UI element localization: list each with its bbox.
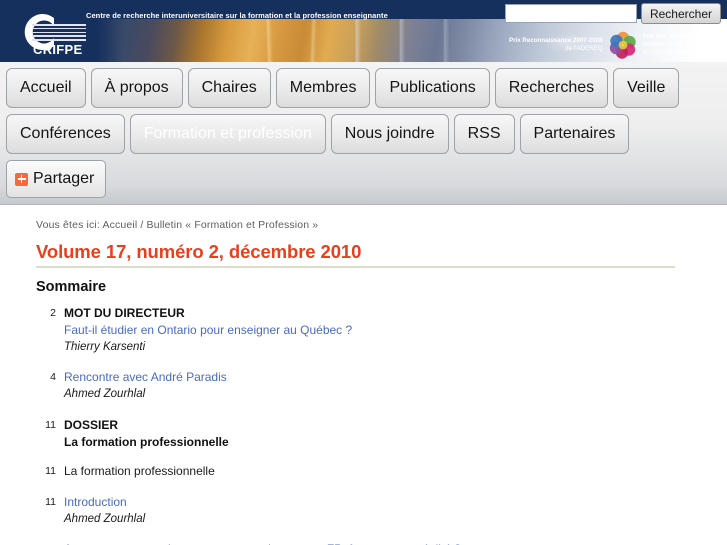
- nav-item-chaires[interactable]: Chaires: [187, 68, 271, 108]
- nav-item-publications[interactable]: Publications: [375, 68, 490, 108]
- banner-left-fade: [96, 19, 122, 62]
- nav-item-partenaires[interactable]: Partenaires: [519, 114, 630, 154]
- awards-area: Prix Reconnaissance 2007-2008 de l'ADERE…: [509, 30, 721, 60]
- toc-entry-body: La formation professionnelle: [56, 463, 215, 480]
- plus-icon: [15, 172, 28, 186]
- share-button-label: Partager: [33, 170, 95, 187]
- nav-item-formation-et-profession[interactable]: Formation et profession: [129, 114, 326, 154]
- title-divider: [36, 266, 675, 268]
- toc-entry: 11 DOSSIER La formation professionnelle: [36, 417, 727, 451]
- toc-category: DOSSIER: [64, 417, 119, 432]
- page-title: Volume 17, numéro 2, décembre 2010: [36, 241, 362, 262]
- toc-page-number: 11: [45, 495, 56, 508]
- site-tagline: Centre de recherche interuniversitaire s…: [86, 11, 388, 20]
- toc-subtitle: La formation professionnelle: [64, 434, 229, 449]
- toc-article-link[interactable]: Faut-il étudier en Ontario pour enseigne…: [64, 322, 352, 339]
- toc-article-link[interactable]: Accompagnement des nouveaux enseignants …: [64, 541, 461, 545]
- toc-category: MOT DU DIRECTEUR: [64, 306, 185, 320]
- toc-page-number: 4: [50, 371, 56, 384]
- search-area: Rechercher: [504, 3, 721, 24]
- toc-entry-body: Accompagnement des nouveaux enseignants …: [56, 541, 461, 545]
- toc-entry-body: DOSSIER La formation professionnelle: [56, 417, 229, 451]
- toc-article-link[interactable]: Introduction: [64, 494, 145, 511]
- crifpe-logo[interactable]: CRIFPE: [14, 12, 90, 60]
- toc-author: Ahmed Zourhlal: [64, 388, 146, 401]
- nav-item-conferences[interactable]: Conférences: [6, 114, 125, 154]
- toc-article-link[interactable]: Rencontre avec André Paradis: [64, 369, 227, 386]
- award-circles-icon: [609, 31, 636, 59]
- nav-item-veille[interactable]: Veille: [613, 68, 680, 108]
- toc-entry-body: Rencontre avec André Paradis Ahmed Zourh…: [56, 369, 227, 402]
- toc-page-number: 13: [36, 541, 56, 545]
- site-header: Centre de recherche interuniversitaire s…: [0, 0, 727, 62]
- toc-author: Thierry Karsenti: [64, 341, 146, 354]
- toc-entry-body: Introduction Ahmed Zourhlal: [56, 494, 145, 527]
- nav-item-rss[interactable]: RSS: [453, 114, 515, 154]
- toc-page-number: 11: [45, 418, 56, 431]
- page-content: Vous êtes ici: Accueil / Bulletin « Form…: [0, 205, 727, 545]
- table-of-contents: 2 MOT DU DIRECTEUR Faut-il étudier en On…: [36, 305, 727, 545]
- breadcrumb: Vous êtes ici: Accueil / Bulletin « Form…: [36, 219, 319, 231]
- toc-author: Ahmed Zourhlal: [64, 512, 146, 525]
- main-navigation: Accueil À propos Chaires Membres Publica…: [0, 62, 727, 205]
- toc-entry: 11 La formation professionnelle: [36, 463, 727, 480]
- toc-entry: 11 Introduction Ahmed Zourhlal: [36, 494, 727, 527]
- toc-entry-body: MOT DU DIRECTEUR Faut-il étudier en Onta…: [56, 305, 352, 355]
- toc-plain-title: La formation professionnelle: [64, 463, 215, 478]
- search-input[interactable]: [504, 4, 637, 23]
- search-button[interactable]: Rechercher: [640, 3, 721, 24]
- logo-wordmark: CRIFPE: [33, 42, 83, 57]
- nav-row-3: Partager: [6, 160, 727, 198]
- nav-row-2: Conférences Formation et profession Nous…: [6, 114, 727, 154]
- nav-item-membres[interactable]: Membres: [275, 68, 371, 108]
- toc-entry: 4 Rencontre avec André Paradis Ahmed Zou…: [36, 369, 727, 402]
- award-acewhitworth-text: Prix Ace-Whitworth 2005 Meilleur centre …: [642, 33, 721, 56]
- logo-lines-icon: [32, 24, 86, 41]
- nav-item-recherches[interactable]: Recherches: [494, 68, 609, 108]
- nav-item-nous-joindre[interactable]: Nous joindre: [330, 114, 449, 154]
- award-aquereq-text: Prix Reconnaissance 2007-2008 de l'ADERE…: [509, 37, 603, 52]
- toc-entry: 13 Accompagnement des nouveaux enseignan…: [36, 541, 727, 545]
- toc-page-number: 11: [45, 464, 56, 477]
- nav-item-a-propos[interactable]: À propos: [90, 68, 183, 108]
- nav-row-1: Accueil À propos Chaires Membres Publica…: [6, 68, 727, 108]
- nav-item-accueil[interactable]: Accueil: [6, 68, 86, 108]
- toc-entry: 2 MOT DU DIRECTEUR Faut-il étudier en On…: [36, 305, 727, 355]
- share-button[interactable]: Partager: [6, 160, 107, 198]
- toc-page-number: 2: [50, 307, 56, 319]
- section-heading-sommaire: Sommaire: [36, 279, 107, 295]
